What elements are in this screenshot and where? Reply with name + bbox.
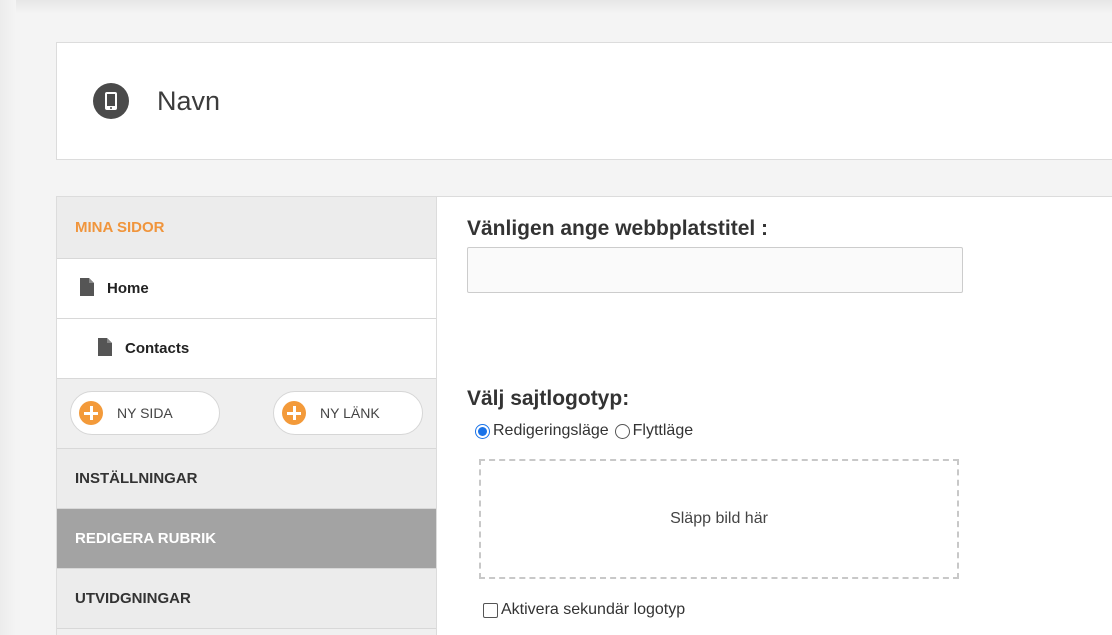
page-header: Navn [56, 42, 1112, 160]
mobile-phone-icon [93, 83, 129, 119]
sidebar-page-home[interactable]: Home [57, 259, 436, 319]
page-title: Navn [157, 86, 221, 116]
sidebar: MINA SIDOR Home Contacts NY SIDA NY LÄNK… [57, 197, 437, 635]
sidebar-action-row: NY SIDA NY LÄNK [57, 379, 436, 449]
edit-mode-radio[interactable] [475, 423, 490, 439]
left-shadow [0, 0, 16, 635]
move-mode-label: Flyttläge [632, 422, 694, 439]
sidebar-section-edit-header[interactable]: REDIGERA RUBRIK [57, 509, 436, 569]
secondary-logo-row: Aktivera sekundär logotyp [483, 601, 685, 619]
secondary-logo-label: Aktivera sekundär logotyp [501, 601, 686, 618]
sidebar-section-settings[interactable]: INSTÄLLNINGAR [57, 449, 436, 509]
dropzone-text: Släpp bild här [670, 510, 768, 527]
sidebar-page-label: Home [107, 280, 149, 297]
plus-icon [79, 401, 103, 425]
top-shadow [0, 0, 1112, 14]
plus-icon [282, 401, 306, 425]
new-link-label: NY LÄNK [320, 405, 380, 421]
sidebar-page-contacts[interactable]: Contacts [57, 319, 436, 379]
mode-radio-group: Redigeringsläge Flyttläge [475, 422, 693, 440]
move-mode-radio[interactable] [614, 423, 630, 439]
site-title-label: Vänligen ange webbplatstitel : [467, 217, 769, 240]
sidebar-page-label: Contacts [125, 340, 190, 357]
editor-panel: MINA SIDOR Home Contacts NY SIDA NY LÄNK… [56, 196, 1112, 635]
sidebar-section-extensions[interactable]: UTVIDGNINGAR [57, 569, 436, 629]
document-icon [79, 277, 95, 301]
logo-dropzone[interactable]: Släpp bild här [479, 459, 959, 579]
secondary-logo-checkbox[interactable] [483, 602, 498, 618]
logo-label: Välj sajtlogotyp: [467, 387, 630, 410]
new-page-button[interactable]: NY SIDA [70, 391, 220, 435]
document-icon [97, 337, 113, 361]
new-link-button[interactable]: NY LÄNK [273, 391, 423, 435]
form-content: Vänligen ange webbplatstitel : Välj sajt… [467, 197, 1107, 635]
edit-mode-label: Redigeringsläge [493, 422, 609, 439]
new-page-label: NY SIDA [117, 405, 173, 421]
sidebar-heading: MINA SIDOR [57, 197, 436, 259]
site-title-input[interactable] [467, 247, 963, 293]
